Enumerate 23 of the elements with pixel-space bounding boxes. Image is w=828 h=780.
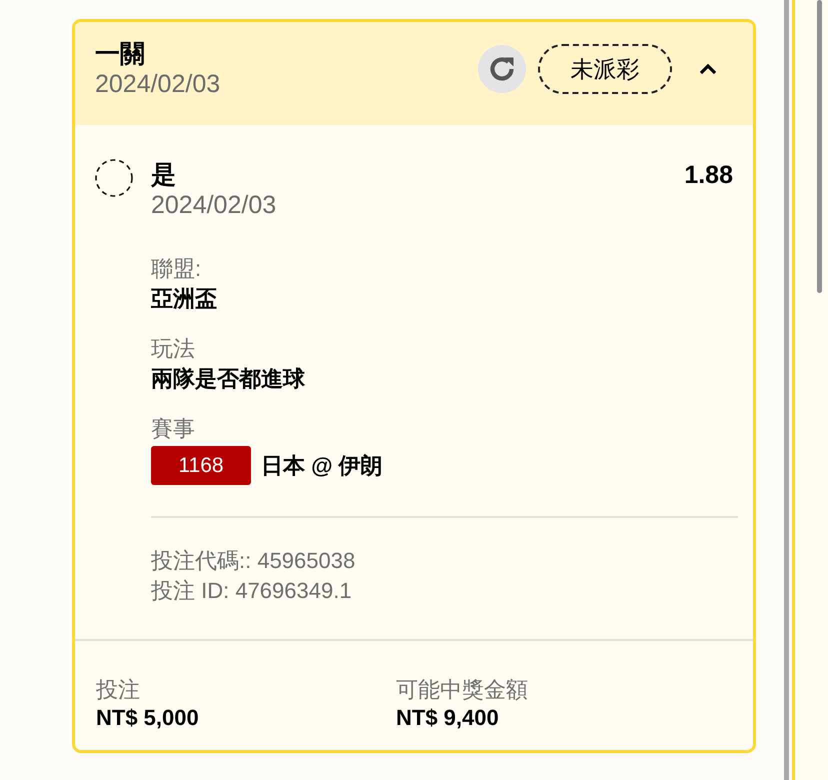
selection-date: 2024/02/03	[151, 190, 278, 220]
detail-label: 賽事	[151, 415, 196, 443]
bet-type-title: 一關	[95, 39, 146, 69]
odds-value: 1.88	[684, 160, 733, 190]
detail-label: 玩法	[151, 335, 196, 363]
bet-code: 投注代碼:: 45965038	[151, 547, 356, 575]
amount-label: 投注	[96, 676, 141, 704]
detail-value: 兩隊是否都進球	[151, 365, 306, 393]
status-badge: 未派彩	[538, 44, 672, 94]
amount-label: 可能中獎金額	[396, 676, 529, 704]
amount-value: NT$ 9,400	[396, 704, 500, 732]
detail-value: 亞洲盃	[151, 285, 218, 313]
bet-date: 2024/02/03	[95, 69, 220, 99]
bet-id: 投注 ID: 47696349.1	[151, 577, 353, 605]
selection-pick: 是	[151, 160, 177, 190]
scrollbar-thumb[interactable]	[817, 0, 822, 293]
detail-label: 聯盟:	[151, 255, 202, 283]
chevron-up-icon	[699, 63, 717, 75]
amount-value: NT$ 5,000	[96, 704, 200, 732]
refresh-icon[interactable]	[478, 45, 526, 93]
match-teams: 日本 @ 伊朗	[261, 452, 383, 480]
match-number-badge: 1168	[151, 446, 251, 485]
pending-status-icon	[95, 159, 133, 197]
